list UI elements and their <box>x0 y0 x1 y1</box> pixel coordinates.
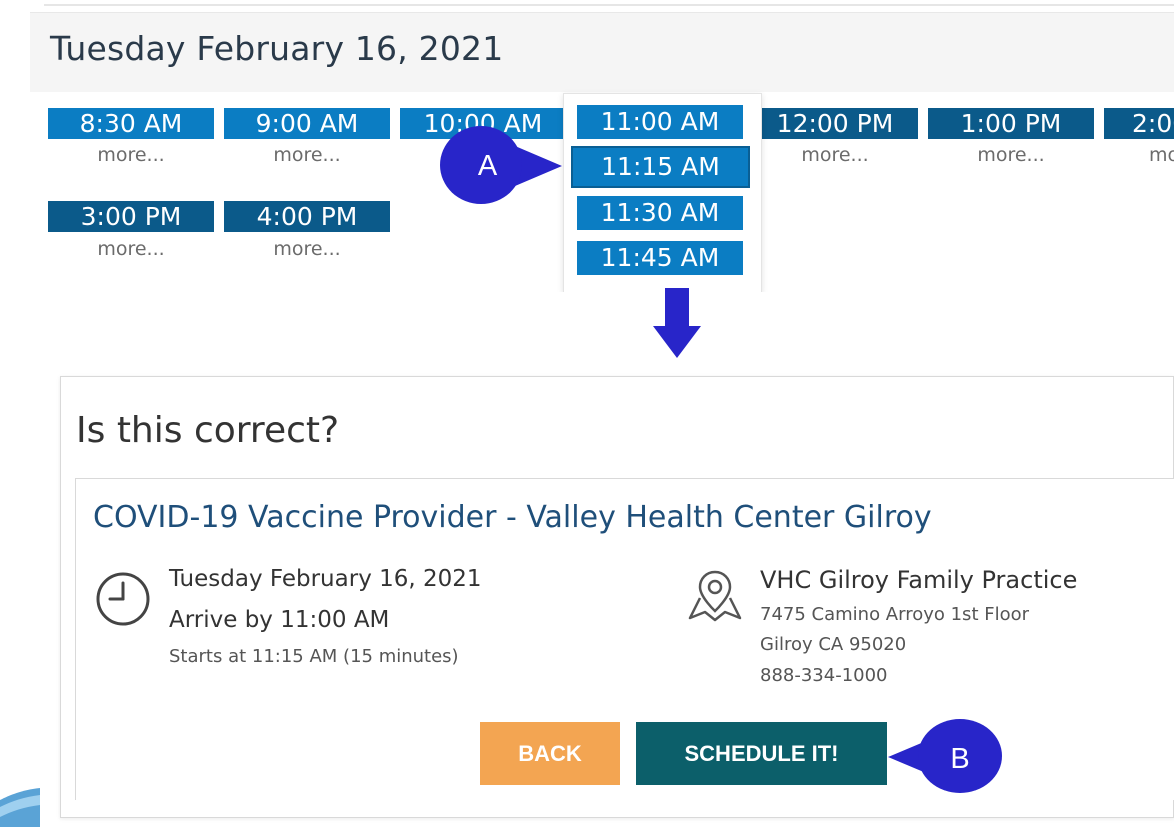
time-slot-button-expanded[interactable]: 11:00 AM <box>577 105 743 139</box>
more-link[interactable]: more... <box>752 144 918 166</box>
time-slot-button[interactable]: 12:00 PM <box>752 108 918 139</box>
time-slot-button[interactable]: 8:30 AM <box>48 108 214 139</box>
time-slot-button[interactable]: 2:00 PM <box>1104 108 1174 139</box>
location-address-line2: Gilroy CA 95020 <box>760 634 907 655</box>
callout-a-label: A <box>477 150 498 182</box>
location-phone: 888-334-1000 <box>760 665 888 686</box>
day-heading: Tuesday February 16, 2021 <box>50 29 504 68</box>
selected-time-slot[interactable]: 11:15 AM <box>571 146 750 188</box>
clock-icon <box>96 572 150 626</box>
back-button[interactable]: BACK <box>480 722 620 785</box>
more-link[interactable]: more... <box>1104 144 1174 166</box>
more-link[interactable]: more... <box>928 144 1094 166</box>
start-time: Starts at 11:15 AM (15 minutes) <box>169 646 459 667</box>
sub-time-slot[interactable]: 11:45 AM <box>577 241 743 275</box>
more-link[interactable]: more... <box>48 144 214 166</box>
sub-time-slot[interactable]: 11:30 AM <box>577 196 743 230</box>
provider-name: COVID-19 Vaccine Provider - Valley Healt… <box>93 500 932 535</box>
divider <box>44 4 1174 6</box>
appointment-date: Tuesday February 16, 2021 <box>169 566 482 592</box>
schedule-it-button[interactable]: SCHEDULE IT! <box>636 722 887 785</box>
callout-b-label: B <box>950 743 970 775</box>
decorative-swoosh <box>0 788 40 827</box>
location-name: VHC Gilroy Family Practice <box>760 566 1078 594</box>
arrival-time: Arrive by 11:00 AM <box>169 607 390 633</box>
time-slot-button[interactable]: 4:00 PM <box>224 201 390 232</box>
more-link[interactable]: more... <box>224 144 390 166</box>
map-pin-icon <box>688 570 742 622</box>
more-link[interactable]: more... <box>48 238 214 260</box>
arrow-down-icon <box>653 288 701 358</box>
time-slot-panel: Tuesday February 16, 2021 8:30 AM more..… <box>0 0 1174 292</box>
location-address-line1: 7475 Camino Arroyo 1st Floor <box>760 604 1029 625</box>
time-slot-button[interactable]: 3:00 PM <box>48 201 214 232</box>
dialog-title: Is this correct? <box>76 410 340 451</box>
more-link[interactable]: more... <box>224 238 390 260</box>
time-slot-button[interactable]: 9:00 AM <box>224 108 390 139</box>
time-slot-button[interactable]: 1:00 PM <box>928 108 1094 139</box>
